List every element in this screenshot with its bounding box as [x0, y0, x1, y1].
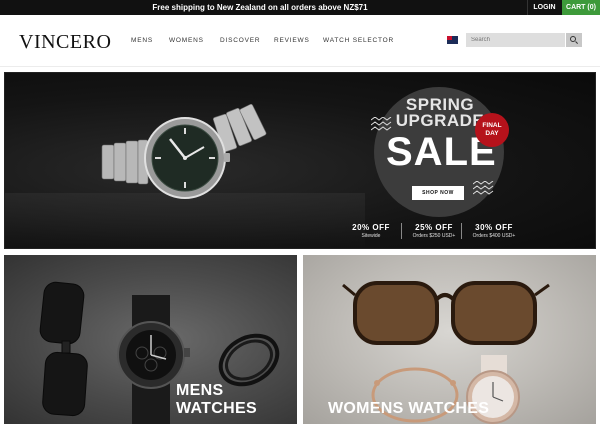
badge-final: FINAL [482, 122, 502, 129]
shop-now-button[interactable]: SHOP NOW [412, 186, 464, 200]
offer-item: 30% OFF Orders $400 USD+ [463, 223, 525, 239]
offer-item: 25% OFF Orders $250 USD+ [403, 223, 465, 239]
mens-watches-tile[interactable]: MENS WATCHES [4, 255, 297, 424]
cart-button[interactable]: CART (0) [562, 0, 600, 15]
offer-divider [401, 223, 402, 239]
offer-item: 20% OFF Sitewide [351, 223, 391, 239]
site-header: VINCERO MENS WOMENS DISCOVER REVIEWS WAT… [0, 15, 600, 67]
mens-watches-label[interactable]: MENS WATCHES [176, 382, 297, 418]
hero-banner[interactable]: SPRING UPGRADE SALE FINAL DAY SHOP NOW 2… [4, 72, 596, 249]
womens-accessories-image [342, 281, 550, 424]
offer-condition: Sitewide [361, 233, 381, 239]
headline-upgrade: UPGRADE [395, 111, 485, 130]
badge-day: DAY [485, 130, 499, 137]
offer-divider [461, 223, 462, 239]
vincero-logo[interactable]: VINCERO [19, 31, 111, 54]
nav-discover[interactable]: DISCOVER [220, 37, 260, 44]
offer-percent: 20% OFF [352, 223, 390, 232]
nav-mens[interactable]: MENS [131, 37, 153, 44]
nav-reviews[interactable]: REVIEWS [274, 37, 310, 44]
search-button[interactable] [566, 33, 582, 47]
search-input[interactable] [466, 33, 565, 47]
offer-condition: Orders $400 USD+ [472, 233, 516, 239]
free-shipping-text: Free shipping to New Zealand on all orde… [152, 3, 368, 12]
login-link[interactable]: LOGIN [527, 0, 561, 15]
nav-watch-selector[interactable]: WATCH SELECTOR [323, 37, 394, 44]
zigzag-decoration-right [473, 181, 494, 195]
hero-watch-image [101, 104, 267, 199]
nav-womens[interactable]: WOMENS [169, 37, 204, 44]
offer-percent: 30% OFF [475, 223, 513, 232]
announcement-bar: Free shipping to New Zealand on all orde… [0, 0, 600, 15]
nz-flag-icon[interactable] [447, 36, 458, 44]
offer-percent: 25% OFF [415, 223, 453, 232]
womens-watches-label[interactable]: WOMENS WATCHES [328, 400, 489, 418]
final-day-badge: FINAL DAY [475, 113, 509, 147]
womens-watches-tile[interactable]: WOMENS WATCHES [303, 255, 596, 424]
offer-condition: Orders $250 USD+ [412, 233, 456, 239]
